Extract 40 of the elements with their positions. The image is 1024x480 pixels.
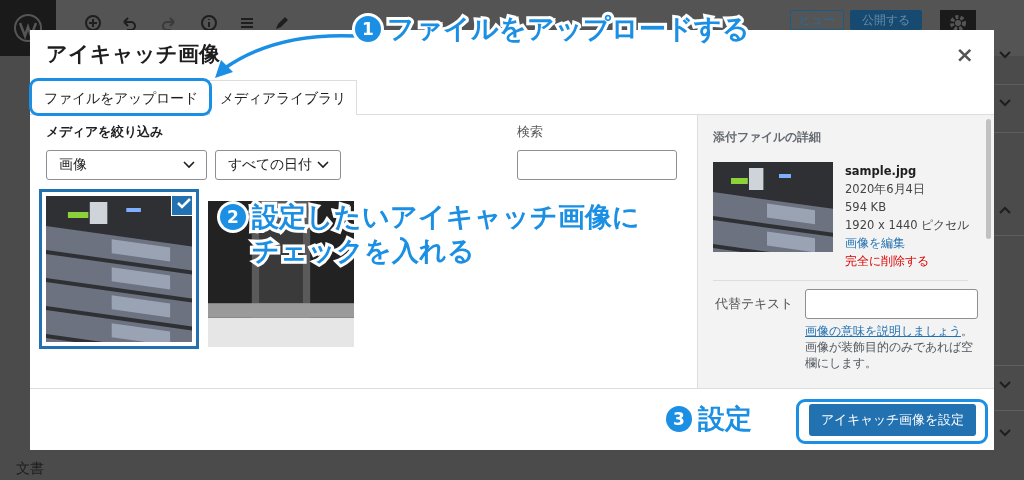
dialog-title: アイキャッチ画像 (46, 42, 220, 68)
upload-date: 2020年6月4日 (845, 181, 926, 199)
chevron-icon[interactable] (998, 380, 1012, 390)
search-label: 検索 (517, 123, 544, 141)
scrollbar[interactable] (986, 119, 991, 239)
redo-icon[interactable] (160, 14, 178, 30)
annotation-text: 設定 (698, 402, 752, 436)
wordpress-logo-icon[interactable] (13, 13, 43, 43)
filter-label: メディアを絞り込み (46, 123, 164, 141)
publish-button[interactable]: 公開する (850, 10, 922, 30)
set-featured-image-button[interactable]: アイキャッチ画像を設定 (809, 403, 976, 436)
step-number: 3 (666, 406, 692, 432)
alt-text-label: 代替テキスト (713, 294, 793, 313)
chevron-icon[interactable] (998, 205, 1012, 215)
search-field[interactable] (517, 149, 677, 180)
chevron-icon[interactable] (998, 428, 1012, 438)
settings-icon[interactable] (949, 14, 967, 32)
file-size: 594 KB (845, 199, 888, 217)
chevron-icon[interactable] (998, 50, 1012, 60)
chevron-icon (182, 159, 196, 170)
chevron-icon[interactable] (998, 98, 1012, 108)
step-number: 2 (220, 204, 246, 230)
delete-link[interactable]: 完全に削除する (845, 252, 970, 271)
chevron-icon (316, 159, 330, 170)
select-field[interactable]: すべての日付 (215, 149, 341, 180)
select-field[interactable]: 画像 (46, 149, 207, 180)
tab[interactable]: メディアライブラリ (209, 80, 357, 115)
tab[interactable]: ファイルをアップロード (33, 80, 209, 115)
details-heading: 添付ファイルの詳細 (713, 129, 822, 146)
check-icon (177, 196, 191, 209)
info-icon[interactable] (200, 14, 218, 30)
edit-image-link[interactable]: 画像を編集 (845, 234, 970, 253)
help-link[interactable]: 画像の意味を説明しましょう (805, 324, 961, 339)
undo-icon[interactable] (120, 14, 138, 30)
image-dimensions: 1920 x 1440 ピクセル (845, 217, 970, 235)
alt-text-field[interactable] (804, 289, 978, 320)
close-button[interactable]: × (951, 44, 978, 66)
file-name: sample.jpg (845, 163, 918, 181)
step-number: 1 (355, 16, 381, 42)
help-text: 画像の意味を説明しましょう。画像が装飾目的のみであれば空欄にします。 (805, 323, 974, 372)
